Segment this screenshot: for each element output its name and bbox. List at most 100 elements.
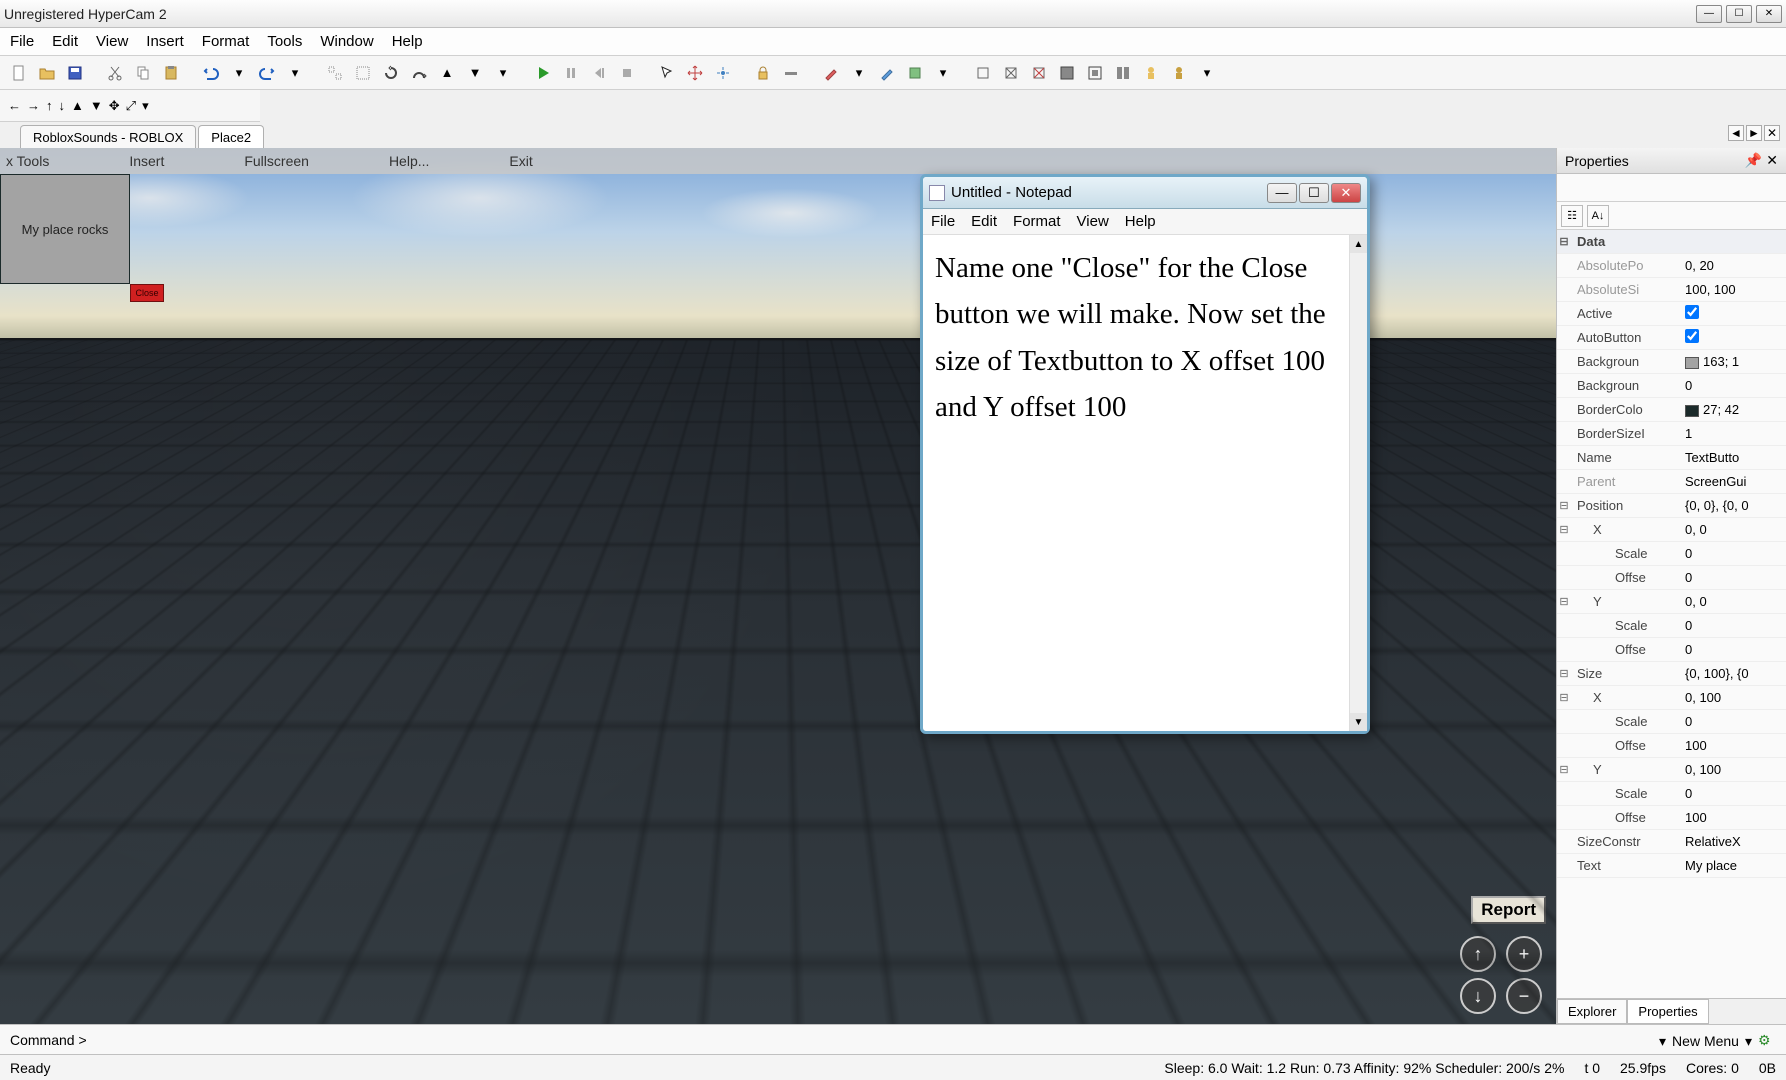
panel-close-icon[interactable]: ✕: [1766, 152, 1778, 169]
pause-icon[interactable]: [560, 62, 582, 84]
prop-pos-y-val[interactable]: 0, 0: [1681, 594, 1786, 609]
prop-size-yoff-val[interactable]: 100: [1681, 810, 1786, 825]
group-icon[interactable]: [324, 62, 346, 84]
redo-icon[interactable]: [256, 62, 278, 84]
ungroup-icon[interactable]: [352, 62, 374, 84]
gm-tools[interactable]: x Tools: [6, 153, 49, 169]
np-menu-file[interactable]: File: [931, 213, 955, 230]
notepad-titlebar[interactable]: Untitled - Notepad — ☐ ✕: [923, 177, 1367, 209]
surface-icon[interactable]: [904, 62, 926, 84]
tab-place2[interactable]: Place2: [198, 125, 264, 148]
notepad-close-button[interactable]: ✕: [1331, 183, 1361, 203]
arrow-down-icon[interactable]: ↓: [59, 98, 66, 113]
arrow-right-icon[interactable]: →: [27, 98, 40, 113]
expand-icon[interactable]: ✥: [109, 98, 120, 114]
box1-icon[interactable]: [972, 62, 994, 84]
move-down-icon[interactable]: ▼: [464, 62, 486, 84]
newmenu-dropdown-icon[interactable]: ▾: [1659, 1033, 1666, 1050]
expand-icon[interactable]: ⊟: [1557, 595, 1571, 608]
tab-properties[interactable]: Properties: [1627, 999, 1708, 1024]
expand-icon[interactable]: ⊟: [1557, 667, 1571, 680]
close-button[interactable]: ✕: [1756, 5, 1782, 23]
prop-pos-xoff-val[interactable]: 0: [1681, 570, 1786, 585]
prop-pos-yscale-val[interactable]: 0: [1681, 618, 1786, 633]
cam-zoom-out-icon[interactable]: −: [1506, 978, 1542, 1014]
prop-bgtrans-val[interactable]: 0: [1681, 378, 1786, 393]
prop-bordersize-val[interactable]: 1: [1681, 426, 1786, 441]
expand-icon[interactable]: ⊟: [1557, 691, 1571, 704]
rotate-icon[interactable]: [380, 62, 402, 84]
expand-icon[interactable]: ⊟: [1557, 523, 1571, 536]
command-bar[interactable]: Command >: [0, 1024, 1786, 1054]
menu-file[interactable]: File: [10, 33, 34, 50]
menu-insert[interactable]: Insert: [146, 33, 184, 50]
np-menu-view[interactable]: View: [1077, 213, 1109, 230]
tab-close-icon[interactable]: ✕: [1764, 125, 1780, 141]
notepad-window[interactable]: Untitled - Notepad — ☐ ✕ File Edit Forma…: [920, 174, 1370, 734]
menu-help[interactable]: Help: [392, 33, 423, 50]
arrow-left-icon[interactable]: ←: [8, 98, 21, 113]
prop-parent-val[interactable]: ScreenGui: [1681, 474, 1786, 489]
lock-icon[interactable]: [752, 62, 774, 84]
cam-up-icon[interactable]: ↑: [1460, 936, 1496, 972]
surface-dropdown-icon[interactable]: ▾: [932, 62, 954, 84]
undo-icon[interactable]: [200, 62, 222, 84]
pin-icon[interactable]: 📌: [1745, 152, 1762, 169]
spawn2-icon[interactable]: [1168, 62, 1190, 84]
play-icon[interactable]: [532, 62, 554, 84]
redo-dropdown-icon[interactable]: ▾: [284, 62, 306, 84]
box6-icon[interactable]: [1112, 62, 1134, 84]
prop-size-y-val[interactable]: 0, 100: [1681, 762, 1786, 777]
spawn1-icon[interactable]: [1140, 62, 1162, 84]
paste-icon[interactable]: [160, 62, 182, 84]
move-up-icon[interactable]: ▲: [436, 62, 458, 84]
tab-next-icon[interactable]: ►: [1746, 125, 1762, 141]
prop-bordercolor-val[interactable]: 27; 42: [1681, 402, 1786, 417]
arrow-up-fill-icon[interactable]: ▲: [71, 98, 84, 113]
expand-icon[interactable]: ⊟: [1557, 763, 1571, 776]
expand-icon[interactable]: ⊟: [1557, 499, 1571, 512]
prop-autobutton-checkbox[interactable]: [1685, 329, 1699, 343]
move-tool-icon[interactable]: [684, 62, 706, 84]
prop-size-xscale-val[interactable]: 0: [1681, 714, 1786, 729]
nudge-overflow-icon[interactable]: ▾: [142, 98, 149, 114]
tab-robloxsounds[interactable]: RobloxSounds - ROBLOX: [20, 125, 196, 148]
menu-edit[interactable]: Edit: [52, 33, 78, 50]
box4-icon[interactable]: [1056, 62, 1078, 84]
properties-filter[interactable]: [1557, 174, 1786, 202]
prop-pos-yoff-val[interactable]: 0: [1681, 642, 1786, 657]
open-file-icon[interactable]: [36, 62, 58, 84]
gm-exit[interactable]: Exit: [509, 153, 532, 169]
arrow-down-fill-icon[interactable]: ▼: [90, 98, 103, 113]
copy-icon[interactable]: [132, 62, 154, 84]
newmenu-label[interactable]: New Menu: [1672, 1033, 1739, 1049]
np-menu-help[interactable]: Help: [1125, 213, 1156, 230]
menu-view[interactable]: View: [96, 33, 128, 50]
prop-size-yscale-val[interactable]: 0: [1681, 786, 1786, 801]
menu-window[interactable]: Window: [320, 33, 373, 50]
prop-bgcolor-val[interactable]: 163; 1: [1681, 354, 1786, 369]
report-button[interactable]: Report: [1471, 896, 1546, 924]
new-file-icon[interactable]: [8, 62, 30, 84]
step-back-icon[interactable]: [588, 62, 610, 84]
tilt-icon[interactable]: [408, 62, 430, 84]
alphabetical-icon[interactable]: A↓: [1587, 205, 1609, 227]
material-icon[interactable]: [876, 62, 898, 84]
collapse-icon[interactable]: ⊟: [1557, 235, 1571, 248]
minimize-button[interactable]: —: [1696, 5, 1722, 23]
grid-dropdown-icon[interactable]: ▾: [492, 62, 514, 84]
prop-size-x-val[interactable]: 0, 100: [1681, 690, 1786, 705]
anchor-icon[interactable]: [780, 62, 802, 84]
prop-sizeconstraint-val[interactable]: RelativeX: [1681, 834, 1786, 849]
expand2-icon[interactable]: ⤢: [126, 98, 136, 114]
cut-icon[interactable]: [104, 62, 126, 84]
np-menu-edit[interactable]: Edit: [971, 213, 997, 230]
prop-size-val[interactable]: {0, 100}, {0: [1681, 666, 1786, 681]
scroll-up-icon[interactable]: ▲: [1350, 235, 1367, 253]
undo-dropdown-icon[interactable]: ▾: [228, 62, 250, 84]
stop-icon[interactable]: [616, 62, 638, 84]
gear-icon[interactable]: ⚙: [1758, 1032, 1776, 1050]
box2-icon[interactable]: [1000, 62, 1022, 84]
notepad-minimize-button[interactable]: —: [1267, 183, 1297, 203]
gm-insert[interactable]: Insert: [129, 153, 164, 169]
